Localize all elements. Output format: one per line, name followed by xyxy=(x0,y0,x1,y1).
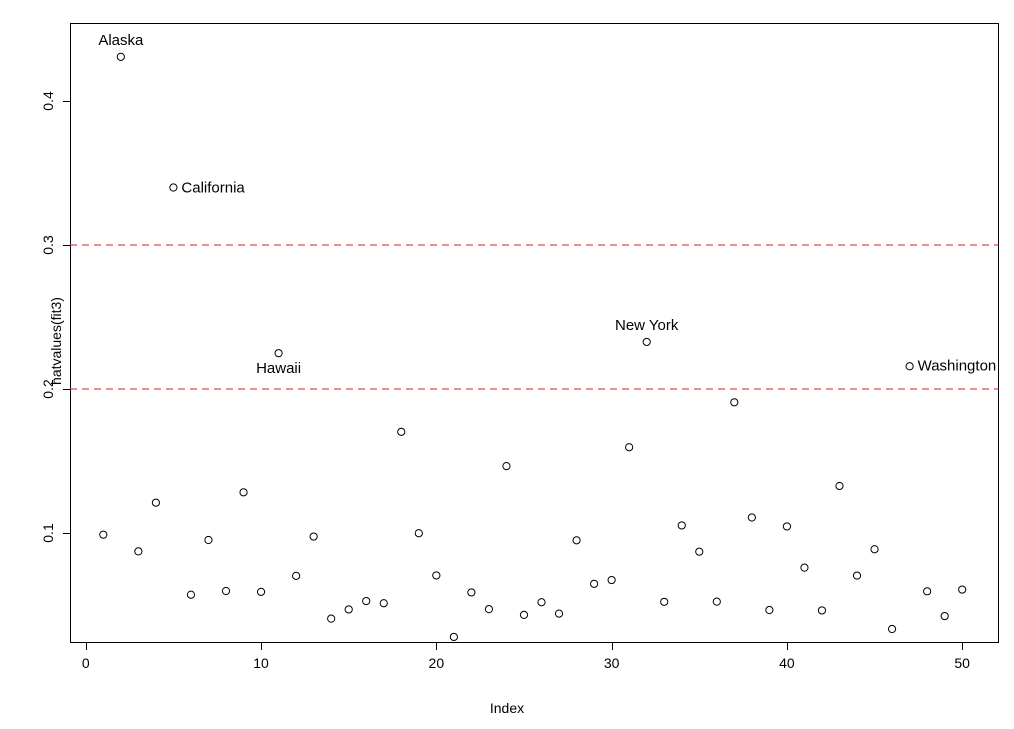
scatter-plot-figure: 0 10 20 30 40 50 0.1 0.2 0.3 0.4 Alaska Californi… xyxy=(0,0,1014,729)
x-axis-tick-label: 10 xyxy=(253,655,269,671)
y-axis-tick xyxy=(63,244,70,246)
point-label-washington: Washington xyxy=(917,357,997,375)
y-axis-tick-label: 0.1 xyxy=(40,523,56,543)
x-axis-tick xyxy=(436,643,438,650)
x-axis-tick-label: 20 xyxy=(428,655,445,671)
x-axis-tick-label: 0 xyxy=(81,655,90,671)
x-axis-tick-label: 40 xyxy=(779,655,795,671)
x-axis-tick xyxy=(611,643,613,650)
y-axis-tick-label: 0.4 xyxy=(40,91,56,111)
y-axis-title: hatvalues(fit3) xyxy=(48,297,64,385)
point-label-california: California xyxy=(181,179,245,196)
point-label-hawaii: Hawaii xyxy=(256,360,302,378)
x-axis-tick xyxy=(85,643,87,650)
y-axis-tick xyxy=(63,389,70,391)
y-axis-tick xyxy=(63,533,70,535)
y-axis-tick xyxy=(63,100,70,102)
x-axis-tick xyxy=(261,643,263,650)
x-axis-tick-label: 50 xyxy=(954,655,970,671)
point-label-new-york: New York xyxy=(614,316,679,334)
x-axis-tick xyxy=(962,643,964,650)
plot-frame xyxy=(70,23,999,643)
x-axis-tick-label: 30 xyxy=(603,655,620,671)
x-axis-tick xyxy=(786,643,788,650)
x-axis-title: Index xyxy=(489,700,525,716)
point-label-alaska: Alaska xyxy=(98,31,144,49)
